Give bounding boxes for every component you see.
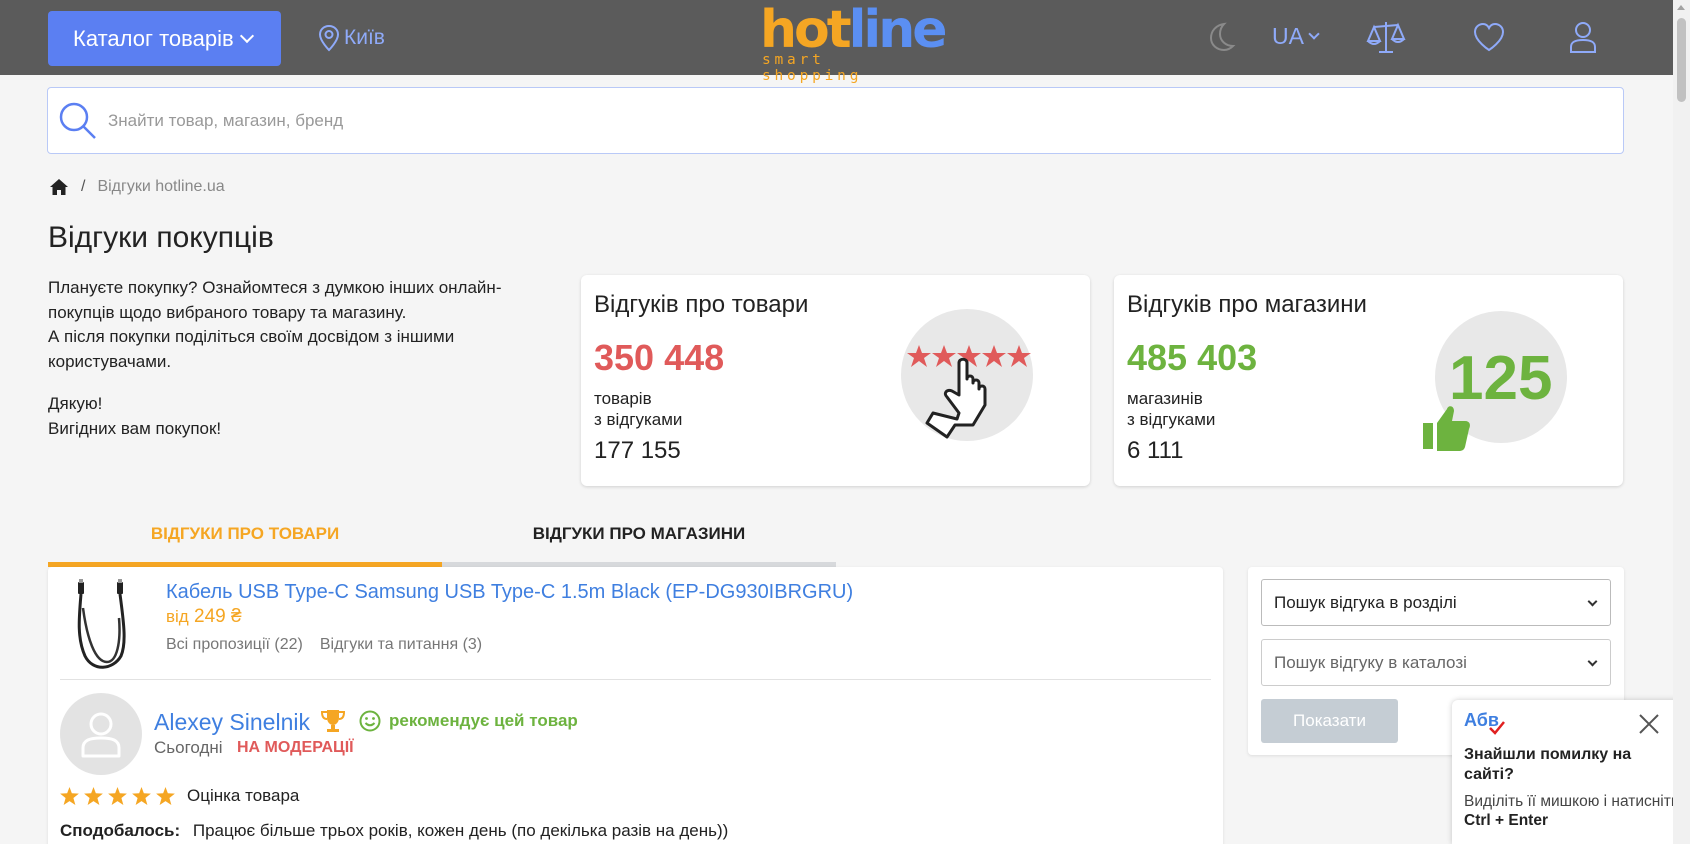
shop-reviews-stat-card: Відгуків про магазини 485 403 магазинів …: [1114, 275, 1623, 486]
language-label: UA: [1272, 23, 1304, 49]
stat-title: Відгуків про магазини: [1127, 291, 1367, 318]
reviews-questions-link[interactable]: Відгуки та питання (3): [320, 636, 482, 654]
tab-product-reviews[interactable]: Відгуки про товари: [48, 505, 442, 567]
review-liked: Сподобалось: Працює більше трьох років, …: [60, 821, 728, 841]
logo-tagline: smart shopping: [762, 52, 863, 84]
product-image[interactable]: [73, 578, 131, 670]
breadcrumb-separator: /: [81, 178, 86, 195]
stat-count: 485 403: [1127, 337, 1258, 378]
breadcrumb: / Відгуки hotline.ua: [49, 178, 225, 196]
logo-wordmark: hotline: [760, 0, 948, 60]
moderation-status-badge: НА МОДЕРАЦІЇ: [237, 739, 354, 756]
avatar: [60, 693, 142, 775]
default-user-avatar-icon: [81, 712, 121, 758]
compare-scales-icon[interactable]: [1366, 18, 1406, 56]
thanks-line-2: Вигідних вам покупок!: [48, 418, 222, 438]
location-pin-icon: [318, 24, 340, 52]
search-bar[interactable]: [47, 87, 1624, 154]
dark-mode-moon-icon[interactable]: [1206, 20, 1236, 54]
language-selector[interactable]: UA: [1272, 23, 1320, 50]
trophy-icon: [320, 710, 346, 732]
show-button[interactable]: Показати: [1261, 699, 1398, 743]
city-label: Київ: [344, 26, 385, 49]
star-icon: [108, 787, 127, 805]
stat-count: 350 448: [594, 337, 725, 378]
error-report-popup: Абв Знайшли помилку на сайті? Виділіть ї…: [1452, 700, 1690, 844]
catalog-select-value: Пошук відгуку в каталозі: [1274, 652, 1467, 672]
spellcheck-logo: Абв: [1464, 710, 1505, 735]
smiley-icon: [359, 710, 381, 732]
section-search-select[interactable]: Пошук відгука в розділі: [1261, 579, 1611, 626]
page-scrollbar[interactable]: [1673, 0, 1690, 844]
rating-label: Оцінка товара: [187, 786, 300, 805]
chevron-down-icon: [1308, 28, 1320, 40]
divider: [60, 679, 1211, 680]
recommends-badge: рекомендує цей товар: [359, 710, 578, 732]
site-header: Каталог товарів Київ hotline smart shopp…: [0, 0, 1690, 84]
star-icon: [60, 787, 79, 805]
all-offers-link[interactable]: Всі пропозиції (22): [166, 636, 303, 654]
review-tabs: Відгуки про товари Відгуки про магазини: [48, 505, 836, 567]
stat-total: 6 111: [1127, 437, 1184, 464]
chevron-down-icon: [239, 28, 254, 43]
search-icon[interactable]: [58, 101, 98, 141]
close-icon[interactable]: [1637, 712, 1661, 736]
review-author[interactable]: Alexey Sinelnik: [154, 709, 310, 736]
intro-line-1: Плануєте покупку? Ознайомтеся з думкою і…: [48, 278, 502, 322]
review-card: Кабель USB Type-C Samsung USB Type-C 1.5…: [48, 567, 1223, 844]
star-icon: [156, 787, 175, 805]
chevron-down-icon: [1587, 596, 1598, 607]
catalog-search-select[interactable]: Пошук відгуку в каталозі: [1261, 639, 1611, 686]
liked-label: Сподобалось:: [60, 821, 181, 840]
intro-text: Плануєте покупку? Ознайомтеся з думкою і…: [48, 276, 548, 459]
star-icon: [132, 787, 151, 805]
hotline-logo[interactable]: hotline smart shopping: [760, 0, 948, 84]
review-date: Сьогодні: [154, 738, 223, 757]
red-checkmark-icon: [1489, 721, 1505, 735]
stat-title: Відгуків про товари: [594, 291, 809, 318]
product-links: Всі пропозиції (22) Відгуки та питання (…: [166, 636, 482, 654]
user-account-icon[interactable]: [1568, 20, 1598, 54]
popup-title: Знайшли помилку на сайті?: [1464, 746, 1632, 783]
star-icon: [84, 787, 103, 805]
chevron-down-icon: [1587, 656, 1598, 667]
scroll-up-arrow-icon[interactable]: [1677, 5, 1685, 10]
home-icon[interactable]: [49, 178, 69, 196]
product-reviews-stat-card: Відгуків про товари 350 448 товарів з ві…: [581, 275, 1090, 486]
product-rating: Оцінка товара: [60, 786, 299, 806]
page-title: Відгуки покупців: [48, 221, 274, 254]
city-selector[interactable]: Київ: [318, 24, 385, 52]
breadcrumb-current: Відгуки hotline.ua: [97, 178, 225, 195]
popup-description: Виділіть її мишкою і натисніть Ctrl + En…: [1464, 793, 1679, 829]
favorites-heart-icon[interactable]: [1472, 22, 1506, 52]
stat-total: 177 155: [594, 437, 681, 464]
thanks-line-1: Дякую!: [48, 394, 103, 413]
rating-stars-hand-icon: [907, 345, 1031, 439]
section-select-value: Пошук відгука в розділі: [1274, 592, 1457, 612]
stat-subtitle: товарів з відгуками: [594, 389, 683, 429]
stat-subtitle: магазинів з відгуками: [1127, 389, 1216, 429]
scrollbar-thumb[interactable]: [1677, 18, 1686, 102]
liked-text: Працює більше трьох років, кожен день (п…: [192, 821, 729, 840]
tab-shop-reviews[interactable]: Відгуки про магазини: [442, 505, 836, 567]
intro-line-2: А після покупки поділіться своїм досвідо…: [48, 327, 455, 371]
thumbs-up-icon: [1423, 406, 1470, 451]
search-input[interactable]: [108, 110, 1508, 131]
product-name-link[interactable]: Кабель USB Type-C Samsung USB Type-C 1.5…: [166, 581, 853, 604]
catalog-button[interactable]: Каталог товарів: [48, 11, 281, 66]
rating-stars: [60, 787, 175, 805]
product-price: від 249 ₴: [166, 606, 242, 628]
price-value: 249 ₴: [194, 606, 242, 627]
price-from-label: від: [166, 607, 189, 626]
catalog-button-label: Каталог товарів: [73, 25, 234, 51]
recommends-label: рекомендує цей товар: [389, 711, 578, 730]
